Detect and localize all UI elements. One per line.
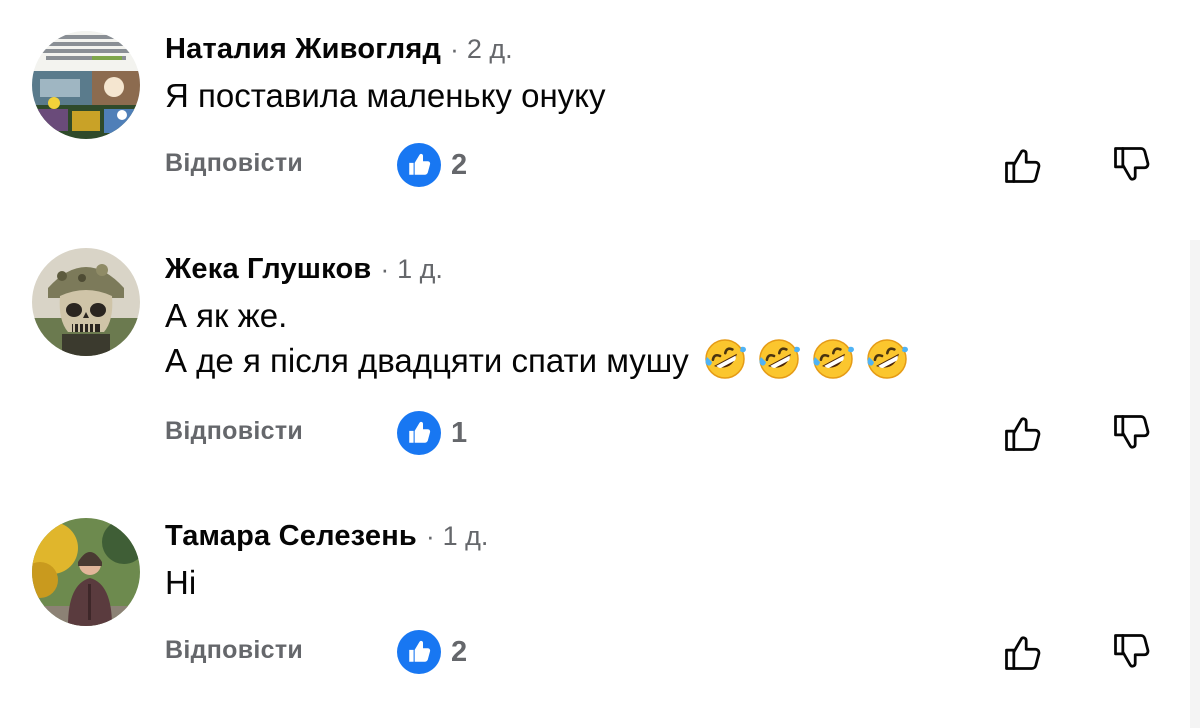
like-reaction-icon <box>397 143 441 187</box>
like-count: 1 <box>451 416 468 449</box>
reply-link[interactable]: Відповісти <box>165 417 303 446</box>
comment-author[interactable]: Наталия Живогляд <box>165 33 441 66</box>
skull-helmet-avatar[interactable] <box>32 248 140 356</box>
collage-photo-avatar[interactable] <box>32 31 140 139</box>
reaction-summary[interactable]: 2 <box>397 630 467 674</box>
reply-link[interactable]: Відповісти <box>165 636 303 665</box>
comment-text-line: Ні <box>165 564 197 601</box>
comment-author[interactable]: Жека Глушков <box>165 253 371 286</box>
thumbs-down-icon[interactable] <box>1108 141 1156 189</box>
comment-text-line: А де я після двадцяти спати мушу <box>165 338 909 385</box>
like-reaction-icon <box>397 630 441 674</box>
woman-outdoor-avatar[interactable] <box>32 518 140 626</box>
like-reaction-icon <box>397 411 441 455</box>
like-count: 2 <box>451 635 468 668</box>
comment-text-segment: А де я після двадцяти спати мушу <box>165 342 689 379</box>
comment-actions: Відповісти 1 <box>0 411 1200 455</box>
comment-header: Тамара Селезень · 1 д. <box>165 520 488 560</box>
comment-text: Я поставила маленьку онуку <box>165 73 606 118</box>
like-count: 2 <box>451 148 468 181</box>
comment-header: Жека Глушков · 1 д. <box>165 253 443 293</box>
thumbs-up-icon[interactable] <box>999 141 1047 189</box>
comment-text: Ні <box>165 560 196 605</box>
rolling-on-floor-laughing-icon <box>703 337 747 381</box>
thumbs-down-icon[interactable] <box>1108 409 1156 457</box>
meta-separator: · <box>380 254 390 284</box>
rolling-on-floor-laughing-icon <box>811 337 855 381</box>
reply-link[interactable]: Відповісти <box>165 149 303 178</box>
comment-actions: Відповісти 2 <box>0 143 1200 187</box>
emoji-group <box>703 337 909 381</box>
comment-text-line: Я поставила маленьку онуку <box>165 77 606 114</box>
comment-text: А як же. А де я після двадцяти спати муш… <box>165 293 909 385</box>
meta-separator: · <box>425 521 435 551</box>
comment-thread: Наталия Живогляд · 2 д. Я поставила мале… <box>0 0 1200 728</box>
comment-header: Наталия Живогляд · 2 д. <box>165 33 513 73</box>
comment-timestamp[interactable]: 2 д. <box>467 34 513 65</box>
thumbs-up-icon[interactable] <box>999 409 1047 457</box>
comment-author[interactable]: Тамара Селезень <box>165 520 417 553</box>
comment-timestamp[interactable]: 1 д. <box>443 521 489 552</box>
thumbs-down-icon[interactable] <box>1108 628 1156 676</box>
comment-timestamp[interactable]: 1 д. <box>397 254 443 285</box>
rolling-on-floor-laughing-icon <box>865 337 909 381</box>
meta-separator: · <box>450 34 459 64</box>
reaction-summary[interactable]: 1 <box>397 411 467 455</box>
rolling-on-floor-laughing-icon <box>757 337 801 381</box>
comment-actions: Відповісти 2 <box>0 630 1200 674</box>
thumbs-up-icon[interactable] <box>999 628 1047 676</box>
comment-text-line: А як же. <box>165 297 288 334</box>
reaction-summary[interactable]: 2 <box>397 143 467 187</box>
